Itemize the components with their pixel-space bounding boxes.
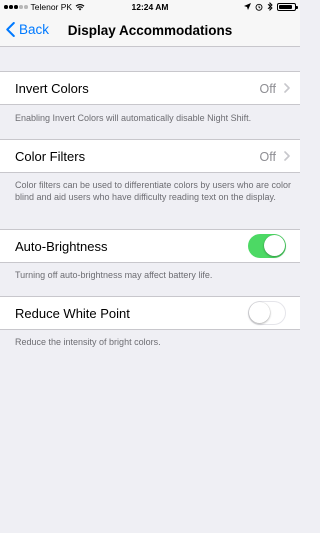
- toggle-knob: [264, 235, 285, 256]
- reduce-white-point-footer: Reduce the intensity of bright colors.: [15, 337, 161, 347]
- auto-brightness-toggle[interactable]: [248, 234, 286, 258]
- color-filters-value: Off: [259, 150, 276, 164]
- reduce-white-point-label: Reduce White Point: [15, 306, 130, 321]
- color-filters-row[interactable]: Color Filters Off: [0, 139, 300, 173]
- status-bar-right: [244, 2, 298, 11]
- alarm-icon: [255, 3, 263, 11]
- chevron-right-icon: [284, 151, 290, 161]
- location-arrow-icon: [244, 3, 251, 10]
- navigation-bar: Back Display Accommodations: [0, 14, 300, 47]
- color-filters-footer: Color filters can be used to differentia…: [15, 180, 291, 202]
- chevron-right-icon: [284, 83, 290, 93]
- bluetooth-icon: [267, 2, 273, 11]
- page-title: Display Accommodations: [67, 23, 233, 38]
- auto-brightness-row: Auto-Brightness: [0, 229, 300, 263]
- status-bar: Telenor PK 12:24 AM: [0, 0, 300, 14]
- reduce-white-point-row: Reduce White Point: [0, 296, 300, 330]
- color-filters-label: Color Filters: [15, 149, 86, 164]
- invert-colors-value: Off: [259, 82, 276, 96]
- battery-icon: [277, 2, 298, 11]
- invert-colors-row[interactable]: Invert Colors Off: [0, 71, 300, 105]
- auto-brightness-footer: Turning off auto-brightness may affect b…: [15, 270, 213, 280]
- reduce-white-point-toggle[interactable]: [248, 301, 286, 325]
- display-accommodations-screen: Telenor PK 12:24 AM Back Display Accommo…: [0, 0, 300, 533]
- battery-level: [279, 4, 292, 9]
- toggle-knob: [249, 302, 270, 323]
- auto-brightness-label: Auto-Brightness: [15, 239, 108, 254]
- invert-colors-label: Invert Colors: [15, 81, 89, 96]
- invert-colors-footer: Enabling Invert Colors will automaticall…: [15, 113, 252, 123]
